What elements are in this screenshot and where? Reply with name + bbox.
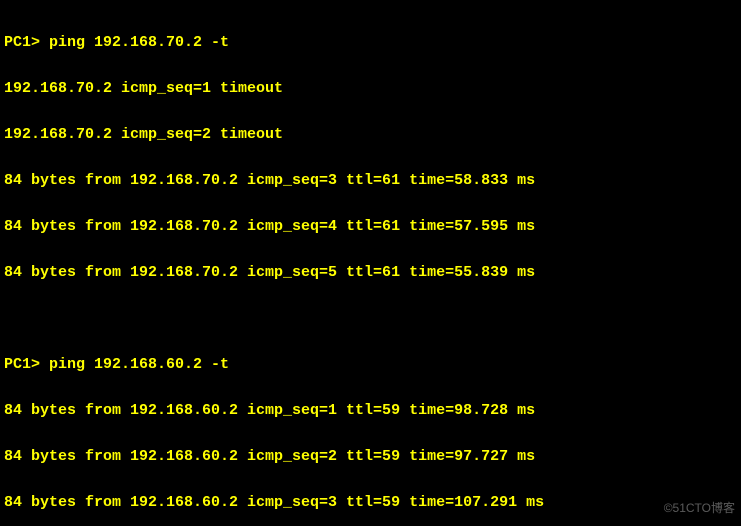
command-text: ping 192.168.70.2 -t: [49, 34, 229, 51]
command-line: PC1> ping 192.168.70.2 -t: [4, 31, 737, 54]
output-line: 84 bytes from 192.168.70.2 icmp_seq=3 tt…: [4, 169, 737, 192]
command-text: ping 192.168.60.2 -t: [49, 356, 229, 373]
prompt: PC1>: [4, 356, 40, 373]
terminal-output[interactable]: PC1> ping 192.168.70.2 -t 192.168.70.2 i…: [0, 0, 741, 526]
output-line: 192.168.70.2 icmp_seq=1 timeout: [4, 77, 737, 100]
blank-line: [4, 307, 737, 330]
output-line: 84 bytes from 192.168.60.2 icmp_seq=2 tt…: [4, 445, 737, 468]
output-line: 84 bytes from 192.168.70.2 icmp_seq=4 tt…: [4, 215, 737, 238]
command-line: PC1> ping 192.168.60.2 -t: [4, 353, 737, 376]
output-line: 84 bytes from 192.168.70.2 icmp_seq=5 tt…: [4, 261, 737, 284]
output-line: 84 bytes from 192.168.60.2 icmp_seq=3 tt…: [4, 491, 737, 514]
output-line: 84 bytes from 192.168.60.2 icmp_seq=1 tt…: [4, 399, 737, 422]
output-line: 192.168.70.2 icmp_seq=2 timeout: [4, 123, 737, 146]
watermark: ©51CTO博客: [664, 497, 735, 520]
prompt: PC1>: [4, 34, 40, 51]
